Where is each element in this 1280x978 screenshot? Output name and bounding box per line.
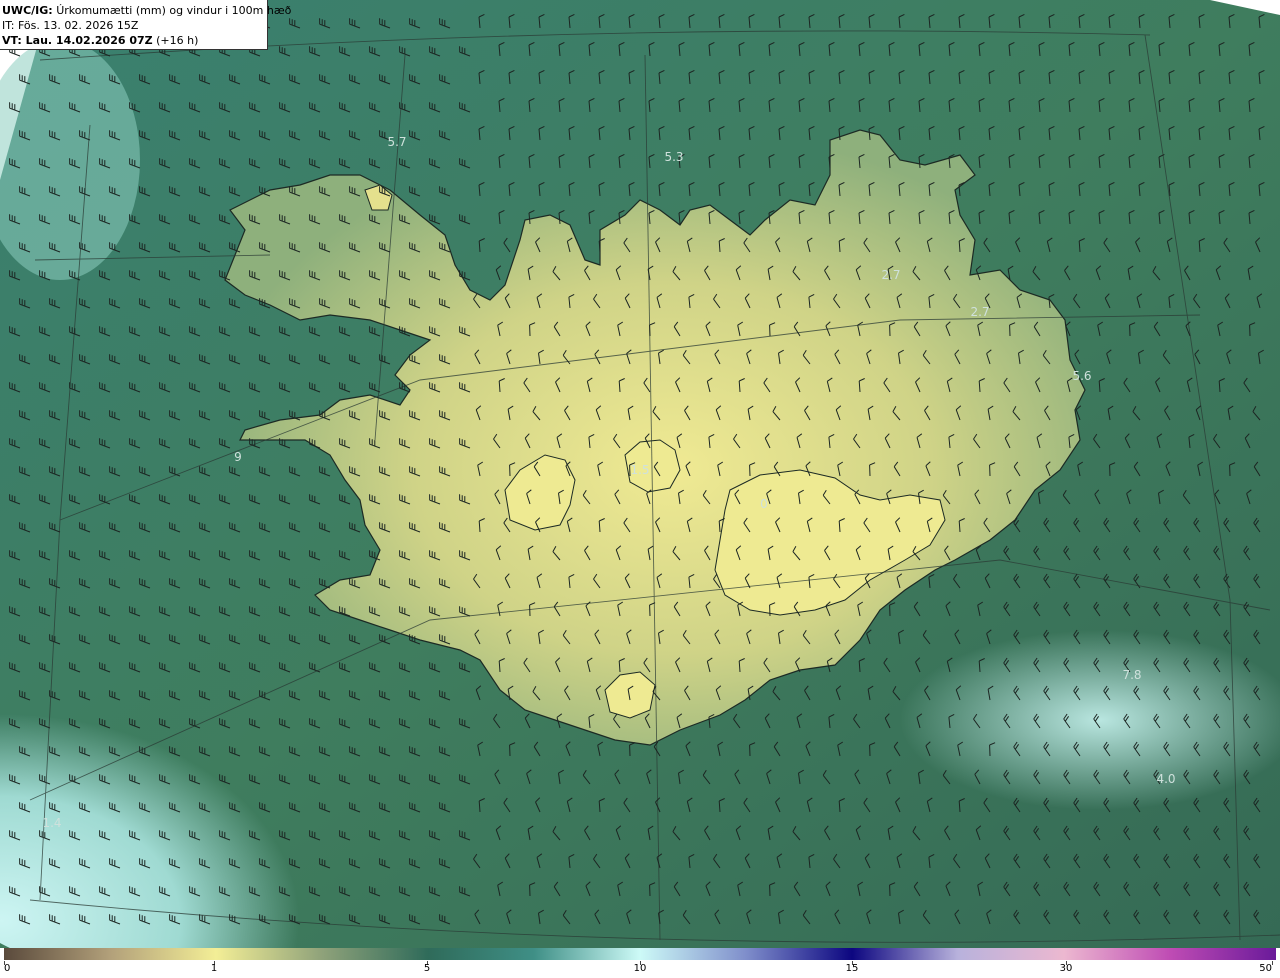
map-area[interactable]: 5.7 5.3 2.7 2.7 5.6 1.5 0 7.8 4.0 1.4 9: [0, 0, 1280, 948]
colorbar-tick-label: 1: [210, 963, 218, 974]
colorbar-gradient: [4, 948, 1276, 960]
colorbar-tick-label: 0: [4, 963, 11, 974]
initial-time: IT: Fös. 13. 02. 2026 15Z: [2, 19, 139, 32]
model-name: UWC/IG:: [2, 4, 53, 17]
colorbar-tick-label: 30: [1059, 963, 1073, 974]
colorbar-tick-label: 5: [423, 963, 431, 974]
map-value-label: 9: [234, 450, 242, 464]
header-info-box: UWC/IG: Úrkomumætti (mm) og vindur i 100…: [0, 0, 291, 50]
map-value-label: 0: [760, 497, 768, 511]
map-value-label: 5.6: [1072, 369, 1092, 383]
colorbar-tick-label: 10: [633, 963, 647, 974]
valid-time: VT: Lau. 14.02.2026 07Z: [2, 34, 153, 47]
map-value-label: 5.7: [387, 135, 407, 149]
valid-time-row: VT: Lau. 14.02.2026 07Z (+16 h): [2, 33, 267, 48]
title-row: UWC/IG: Úrkomumætti (mm) og vindur i 100…: [2, 3, 291, 18]
forecast-lead: (+16 h): [156, 34, 199, 47]
map-value-label: 1.4: [42, 816, 62, 830]
map-value-label: 4.0: [1156, 772, 1176, 786]
map-value-label: 2.7: [970, 305, 990, 319]
colorbar-tick-label: 15: [845, 963, 859, 974]
map-value-label: 5.3: [664, 150, 684, 164]
colorbar-tick-label: 50: [1259, 963, 1272, 974]
map-value-label: 7.8: [1122, 668, 1142, 682]
product-title: Úrkomumætti (mm) og vindur i 100m hæð: [56, 4, 292, 17]
map-value-label: 1.5: [630, 463, 650, 477]
colorbar-tick: [1272, 961, 1273, 965]
colorbar-legend: 0 1 5 10 15 30 50: [0, 948, 1280, 978]
map-value-label: 2.7: [881, 268, 901, 282]
